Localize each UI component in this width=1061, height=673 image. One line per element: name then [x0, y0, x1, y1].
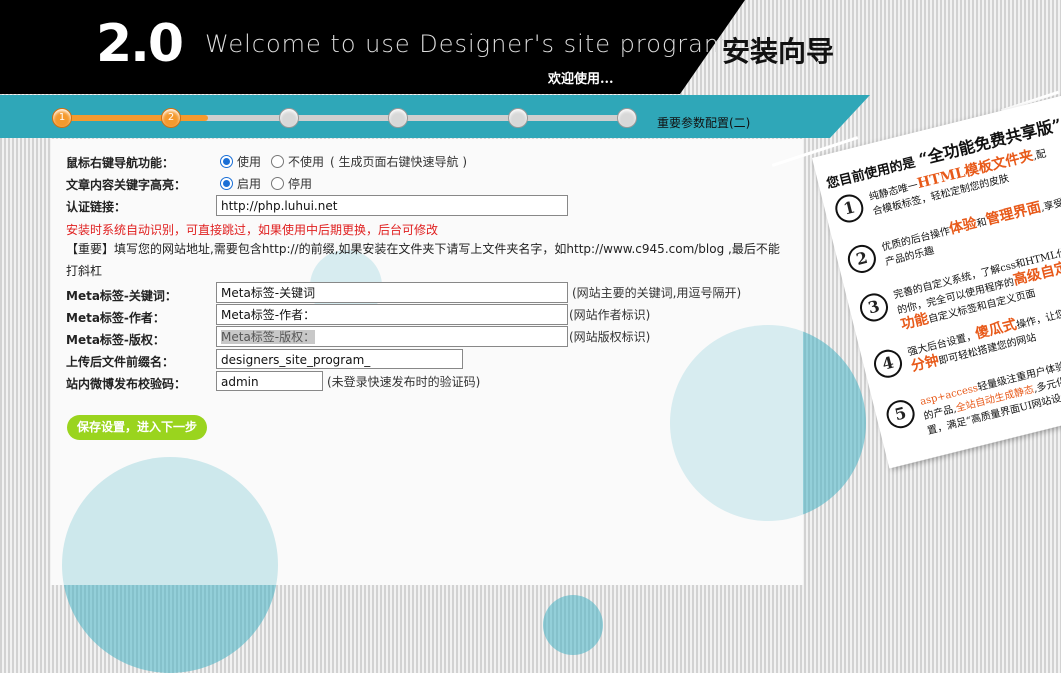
- feature-highlight: 体验: [947, 215, 979, 238]
- highlight-on-label: 启用: [237, 177, 262, 191]
- meta-keywords-control: Meta标签-关键词 (网站主要的关键词,用逗号隔开): [216, 282, 741, 303]
- config-form-panel: 鼠标右键导航功能： 使用 不使用 ( 生成页面右键快速导航 ) 文章内容关键字高…: [51, 139, 803, 585]
- meta-author-hint: (网站作者标识): [569, 308, 651, 322]
- decor-bubble: [62, 457, 278, 585]
- feature-number: 3: [857, 290, 891, 325]
- meta-author-label: Meta标签-作者：: [66, 311, 165, 325]
- meta-author-input[interactable]: Meta标签-作者：: [216, 304, 568, 325]
- feature-text-part: 操作，让您花: [1015, 306, 1061, 332]
- meta-keywords-input[interactable]: Meta标签-关键词: [216, 282, 568, 303]
- current-step-label: 重要参数配置(二): [657, 116, 751, 130]
- highlight-options: 启用 停用: [216, 175, 312, 192]
- feature-number: 2: [844, 241, 879, 276]
- step-dot-4: [388, 108, 408, 128]
- meta-copyright-hint: (网站版权标识): [569, 330, 651, 344]
- wizard-title: 安装向导: [722, 35, 835, 68]
- auth-label: 认证链接：: [66, 200, 127, 214]
- save-next-button[interactable]: 保存设置，进入下一步: [67, 415, 207, 440]
- decor-bubble: [670, 325, 803, 521]
- step-dot-2: 2: [161, 108, 181, 128]
- weibo-code-input[interactable]: admin: [216, 371, 323, 391]
- nav-on-label: 使用: [237, 155, 262, 169]
- highlight-on-radio[interactable]: [220, 177, 233, 190]
- nav-off-label: 不使用: [288, 155, 325, 169]
- step-dot-6: [617, 108, 637, 128]
- feature-number: 1: [832, 191, 867, 226]
- feature-number: 5: [883, 397, 918, 432]
- upload-prefix-control: designers_site_program_: [216, 349, 463, 369]
- nav-on-radio[interactable]: [220, 155, 233, 168]
- progress-fill: [60, 115, 208, 121]
- auth-warning: 安装时系统自动识别，可直接跳过，如果使用中后期更换，后台可修改: [66, 223, 439, 237]
- highlight-off-radio[interactable]: [271, 177, 285, 190]
- decor-bubble: [543, 595, 603, 655]
- highlight-label: 文章内容关键字高亮：: [66, 178, 187, 192]
- nav-options: 使用 不使用 ( 生成页面右键快速导航 ): [216, 153, 467, 170]
- weibo-code-hint: (未登录快速发布时的验证码): [327, 374, 481, 389]
- nav-hint: ( 生成页面右键快速导航 ): [330, 155, 468, 169]
- version-logo: 2.0: [96, 14, 184, 74]
- highlight-off-label: 停用: [288, 177, 313, 191]
- meta-copyright-input[interactable]: Meta标签-版权：: [216, 326, 568, 347]
- meta-copyright-selected-text: Meta标签-版权：: [221, 330, 316, 344]
- weibo-code-control: admin (未登录快速发布时的验证码): [216, 371, 480, 391]
- meta-copyright-control: Meta标签-版权： (网站版权标识): [216, 326, 650, 347]
- step-dot-3: [279, 108, 299, 128]
- meta-author-control: Meta标签-作者： (网站作者标识): [216, 304, 650, 325]
- header-banner: 2.0 Welcome to use Designer's site progr…: [0, 0, 1061, 94]
- feature-number: 4: [871, 346, 905, 381]
- feature-highlight: 管理界面: [984, 199, 1043, 229]
- auth-link-input[interactable]: http://php.luhui.net: [216, 195, 568, 216]
- nav-label: 鼠标右键导航功能：: [66, 156, 175, 170]
- nav-off-radio[interactable]: [271, 155, 285, 168]
- important-note: 【重要】填写您的网站地址,需要包含http://的前缀,如果安装在文件夹下请写上…: [66, 242, 780, 278]
- welcome-subtitle: 欢迎使用...: [548, 72, 614, 87]
- meta-copyright-label: Meta标签-版权：: [66, 333, 165, 347]
- welcome-text: Welcome to use Designer's site program: [205, 30, 729, 58]
- meta-keywords-label: Meta标签-关键词：: [66, 289, 177, 303]
- step-dot-5: [508, 108, 528, 128]
- upload-prefix-input[interactable]: designers_site_program_: [216, 349, 463, 369]
- auth-control: http://php.luhui.net: [216, 195, 568, 216]
- step-dot-1: 1: [52, 108, 72, 128]
- upload-prefix-label: 上传后文件前缀名：: [66, 355, 175, 369]
- meta-keywords-hint: (网站主要的关键词,用逗号隔开): [572, 286, 742, 300]
- weibo-code-label: 站内微博发布校验码：: [66, 377, 187, 391]
